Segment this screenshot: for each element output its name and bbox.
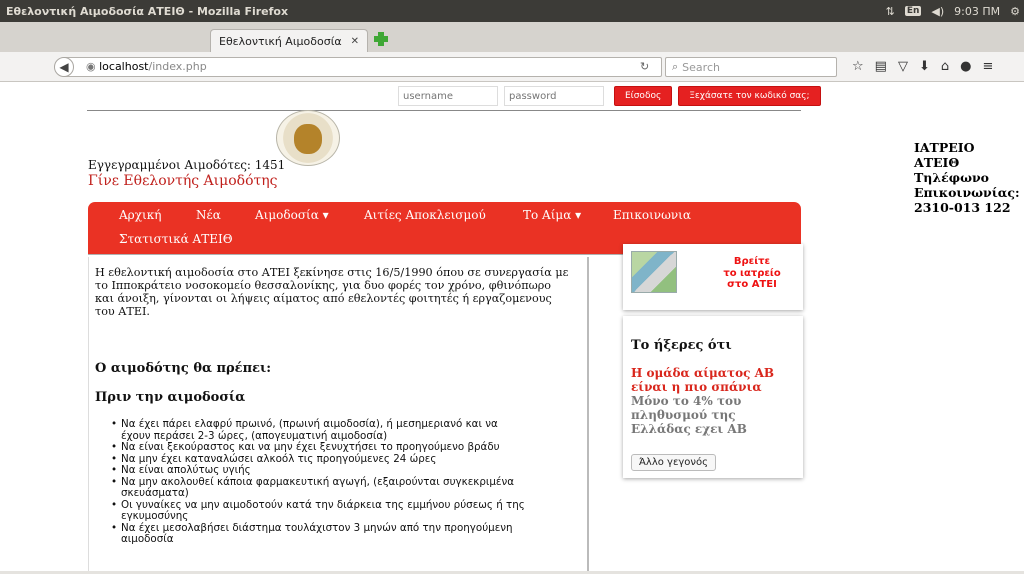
settings-gear-icon[interactable]: ⚙	[1010, 5, 1020, 18]
url-host: localhost	[99, 60, 149, 73]
did-you-know-card: Το ήξερες ότι Η ομάδα αίματος ΑΒ είναι η…	[623, 316, 803, 478]
username-input[interactable]	[398, 86, 498, 106]
infirmary-line: ΙΑΤΡΕΙΟ	[914, 140, 975, 155]
ateith-logo	[276, 110, 340, 166]
intro-line: του ΑΤΕΙ.	[95, 305, 150, 318]
url-path: /index.php	[148, 60, 207, 73]
login-button[interactable]: Είσοδος	[614, 86, 673, 106]
intro-line: Η εθελοντική αιμοδοσία στο ΑΤΕΙ ξεκίνησε…	[95, 266, 569, 279]
password-input[interactable]	[504, 86, 604, 106]
network-icon[interactable]: ⇅	[886, 5, 895, 18]
login-form: Είσοδος Ξεχάσατε τον κωδικό σας;	[398, 86, 821, 106]
navigation-bar: ◀ ◉ localhost/index.php ↻ ⌕ Search ☆ ▤ ▽…	[0, 52, 1024, 82]
bookmark-star-icon[interactable]: ☆	[852, 59, 864, 74]
list-item: Οι γυναίκες να μην αιμοδοτούν κατά την δ…	[111, 499, 581, 523]
campus-map-thumbnail[interactable]	[631, 251, 677, 293]
heading-donor-should: Ο αιμοδότης θα πρέπει:	[95, 361, 272, 376]
reload-icon[interactable]: ↻	[640, 60, 649, 73]
registered-donors-count: Εγγεγραμμένοι Αιμοδότες: 1451	[88, 158, 286, 172]
list-item: Να έχει πάρει ελαφρύ πρωινό, (πρωινή αιμ…	[111, 418, 581, 442]
infirmary-phone: 2310-013 122	[914, 200, 1011, 215]
intro-line: το Ιπποκράτειο νοσοκομείο θεσσαλονίκης, …	[95, 279, 552, 292]
menu-item-contact[interactable]: Επικοινωνια	[613, 208, 691, 222]
menu-item-news[interactable]: Νέα	[196, 208, 221, 222]
forgot-password-button[interactable]: Ξεχάσατε τον κωδικό σας;	[678, 86, 821, 106]
os-top-bar: Εθελοντική Αιμοδοσία ΑΤΕΙΘ - Mozilla Fir…	[0, 0, 1024, 22]
url-text[interactable]: ◉ localhost/index.php	[86, 60, 207, 73]
become-donor-link[interactable]: Γίνε Εθελοντής Αιμοδότης	[88, 173, 278, 189]
menu-item-donation[interactable]: Αιμοδοσία ▾	[255, 208, 329, 222]
system-tray: ⇅ En ◀) 9:03 ΠΜ ⚙	[886, 5, 1024, 18]
volume-icon[interactable]: ◀)	[931, 5, 944, 18]
window-title: Εθελοντική Αιμοδοσία ΑΤΕΙΘ - Mozilla Fir…	[6, 4, 289, 18]
list-item: Να έχει μεσολαβήσει διάστημα τουλάχιστον…	[111, 522, 581, 546]
tab-title: Εθελοντική Αιμοδοσία ...	[219, 34, 345, 48]
keyboard-layout-indicator[interactable]: En	[904, 6, 922, 16]
infirmary-contact: ΙΑΤΡΕΙΟ ΑΤΕΙΘ Τηλέφωνο Επικοινωνίας: 231…	[914, 140, 1020, 215]
list-item: Να είναι ξεκούραστος και να μην έχει ξεν…	[111, 441, 581, 454]
menu-item-home[interactable]: Αρχική	[119, 208, 161, 222]
search-placeholder: Search	[682, 60, 720, 74]
hello-chat-icon[interactable]: ●	[960, 59, 971, 74]
find-infirmary-text[interactable]: Βρείτε το ιατρείο στο ΑΤΕΙ	[709, 256, 795, 291]
heading-before-donation: Πριν την αιμοδοσία	[95, 390, 246, 405]
new-tab-plus-icon[interactable]	[372, 30, 390, 48]
pocket-icon[interactable]: ▽	[898, 59, 908, 74]
fact-highlight: Η ομάδα αίματος ΑΒ είναι η πιο σπάνια	[631, 366, 775, 394]
back-arrow-icon[interactable]: ◀	[54, 57, 74, 77]
page-viewport: Είσοδος Ξεχάσατε τον κωδικό σας; Εγγεγρα…	[0, 83, 1024, 574]
clock[interactable]: 9:03 ΠΜ	[954, 5, 1000, 18]
logo-emblem	[294, 124, 322, 154]
infirmary-line: Τηλέφωνο	[914, 170, 989, 185]
tab-strip: Εθελοντική Αιμοδοσία ... ✕	[0, 22, 1024, 52]
another-fact-button[interactable]: Άλλο γεγονός	[631, 454, 716, 471]
menu-item-stats[interactable]: Στατιστικά ΑΤΕΙΘ	[119, 232, 233, 246]
home-icon[interactable]: ⌂	[941, 59, 949, 74]
intro-paragraph: Η εθελοντική αιμοδοσία στο ΑΤΕΙ ξεκίνησε…	[95, 266, 583, 318]
search-icon: ⌕	[672, 60, 679, 73]
browser-tab[interactable]: Εθελοντική Αιμοδοσία ... ✕	[210, 29, 368, 52]
menu-item-blood[interactable]: Το Αίμα ▾	[523, 208, 581, 222]
list-item: Να είναι απολύτως υγιής	[111, 464, 581, 477]
download-icon[interactable]: ⬇	[919, 59, 930, 74]
find-infirmary-card[interactable]: Βρείτε το ιατρείο στο ΑΤΕΙ	[623, 244, 803, 310]
infirmary-line: Επικοινωνίας:	[914, 185, 1020, 200]
menu-hamburger-icon[interactable]: ≡	[982, 59, 993, 74]
main-content: Η εθελοντική αιμοδοσία στο ΑΤΕΙ ξεκίνησε…	[88, 257, 589, 574]
list-item: Να μην ακολουθεί κάποια φαρμακευτική αγω…	[111, 476, 581, 500]
toolbar-icons: ☆ ▤ ▽ ⬇ ⌂ ● ≡	[852, 59, 993, 74]
fact-detail: Μόνο το 4% του πληθυσμού της Ελλάδας εχε…	[631, 394, 747, 436]
site-info-globe-icon[interactable]: ◉	[86, 60, 96, 73]
infirmary-line: ΑΤΕΙΘ	[914, 155, 960, 170]
requirements-list: Να έχει πάρει ελαφρύ πρωινό, (πρωινή αιμ…	[111, 418, 581, 546]
reading-list-icon[interactable]: ▤	[875, 59, 887, 74]
header-divider	[87, 110, 801, 111]
search-bar[interactable]: ⌕ Search	[665, 57, 837, 77]
did-you-know-title: Το ήξερες ότι	[631, 338, 732, 353]
menu-item-exclusion[interactable]: Αιτίες Αποκλεισμού	[364, 208, 486, 222]
tab-close-icon[interactable]: ✕	[351, 36, 359, 47]
intro-line: και άνοιξη, γίνονται οι λήψεις αίματος α…	[95, 292, 552, 305]
